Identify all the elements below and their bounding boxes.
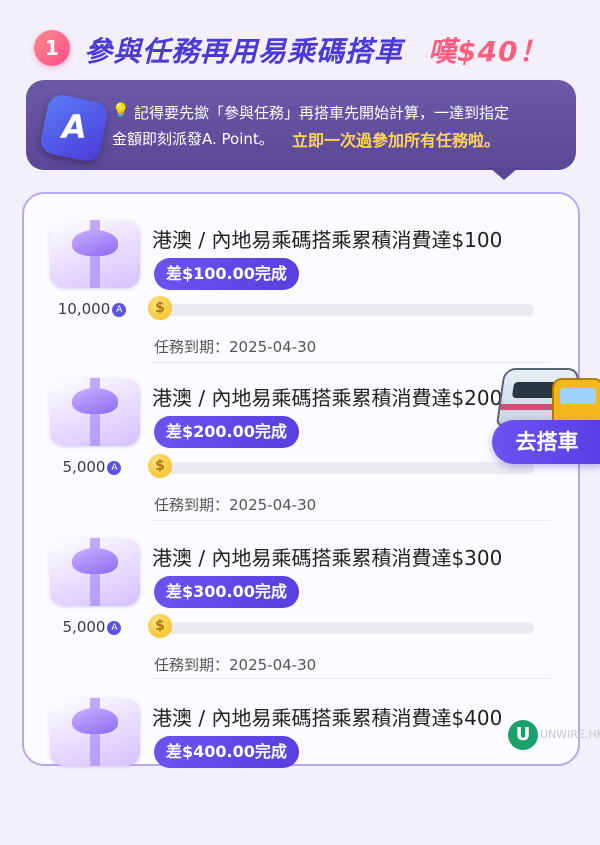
task-card[interactable]: 港澳 / 內地易乘碼搭乘累積消費達$400 差$400.00完成 <box>42 690 562 845</box>
remaining-badge: 差$300.00完成 <box>154 576 299 608</box>
tip-tail <box>490 168 518 180</box>
gift-icon <box>50 698 140 766</box>
task-title: 港澳 / 內地易乘碼搭乘累積消費達$300 <box>152 546 503 570</box>
tip-box <box>26 80 576 170</box>
task-title: 港澳 / 內地易乘碼搭乘累積消費達$100 <box>152 228 503 252</box>
divider <box>150 678 550 679</box>
a-point-icon: A <box>107 460 122 475</box>
watermark-text: UNWIRE.HK <box>540 728 600 741</box>
go-ride-button[interactable]: 去搭車 <box>492 420 600 464</box>
due-date: 任務到期：2025-04-30 <box>154 338 317 356</box>
points-value: 5,000 A <box>42 618 142 636</box>
coin-icon: $ <box>148 454 172 478</box>
divider <box>150 520 550 521</box>
coin-icon: $ <box>148 614 172 638</box>
points-value: 10,000 A <box>42 300 142 318</box>
tip-line-2: 金額即刻派發A. Point。 <box>112 130 274 148</box>
reward-text: 嘆$40！ <box>428 35 548 68</box>
step-badge: 1 <box>34 30 70 66</box>
due-date: 任務到期：2025-04-30 <box>154 656 317 674</box>
coin-icon: $ <box>148 296 172 320</box>
app-logo-icon: A <box>38 92 110 164</box>
due-date: 任務到期：2025-04-30 <box>154 496 317 514</box>
page-title: 參與任務再用易乘碼搭車 <box>84 35 404 68</box>
remaining-badge: 差$200.00完成 <box>154 416 299 448</box>
task-title: 港澳 / 內地易乘碼搭乘累積消費達$400 <box>152 706 503 730</box>
task-card[interactable]: 5,000 A 港澳 / 內地易乘碼搭乘累積消費達$300 差$300.00完成 … <box>42 530 562 685</box>
watermark-logo: U <box>508 720 538 750</box>
task-card[interactable]: 5,000 A 港澳 / 內地易乘碼搭乘累積消費達$200 差$200.00完成 … <box>42 370 562 525</box>
tip-highlight: 立即一次過參加所有任務啦。 <box>292 131 501 150</box>
gift-icon <box>50 220 140 288</box>
remaining-badge: 差$400.00完成 <box>154 736 299 768</box>
gift-icon <box>50 538 140 606</box>
task-card[interactable]: 10,000 A 港澳 / 內地易乘碼搭乘累積消費達$100 差$100.00完成… <box>42 212 562 367</box>
progress-bar <box>154 304 534 316</box>
a-point-icon: A <box>107 620 122 635</box>
progress-bar <box>154 622 534 634</box>
divider <box>150 362 550 363</box>
points-value: 5,000 A <box>42 458 142 476</box>
tip-line-1: 記得要先撳「參與任務」再搭車先開始計算，一達到指定 <box>134 104 510 122</box>
remaining-badge: 差$100.00完成 <box>154 258 299 290</box>
gift-icon <box>50 378 140 446</box>
a-point-icon: A <box>112 302 127 317</box>
app-logo-letter: A <box>61 108 87 147</box>
task-title: 港澳 / 內地易乘碼搭乘累積消費達$200 <box>152 386 503 410</box>
lightbulb-icon: 💡 <box>112 103 130 119</box>
progress-bar <box>154 462 534 474</box>
header: 1 參與任務再用易乘碼搭車 嘆$40！ <box>0 0 600 78</box>
